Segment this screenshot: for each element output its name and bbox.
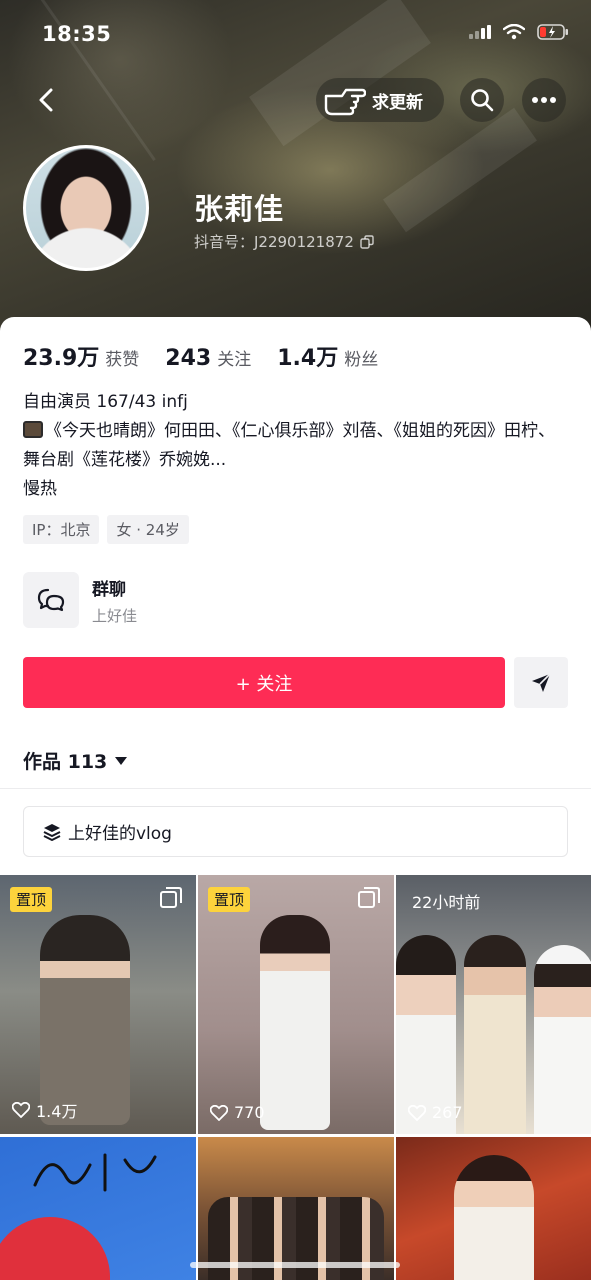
- battery-icon: [537, 24, 568, 40]
- search-icon: [471, 89, 494, 112]
- ip-location-tag: IP：北京: [23, 515, 100, 544]
- signal-icon: [469, 25, 491, 39]
- heart-icon: [408, 1104, 426, 1121]
- bio-line-2-text: 《今天也晴朗》何田田、《仁心俱乐部》刘蓓、《姐姐的死因》田柠、舞台剧《莲花楼》乔…: [23, 421, 555, 470]
- video-thumbnail[interactable]: 置顶 1.4万: [0, 875, 196, 1134]
- pinned-badge: 置顶: [208, 887, 251, 912]
- request-update-label: 求更新: [372, 92, 423, 113]
- video-thumbnail[interactable]: 22小时前 267: [396, 875, 591, 1134]
- follow-button[interactable]: + 关注: [23, 657, 505, 708]
- playlist-button[interactable]: 上好佳的vlog: [23, 806, 568, 857]
- bio[interactable]: 自由演员 167/43 infj 《今天也晴朗》何田田、《仁心俱乐部》刘蓓、《姐…: [23, 388, 568, 504]
- video-thumbnail[interactable]: 置顶 770: [198, 875, 394, 1134]
- home-indicator: [190, 1262, 400, 1268]
- playlist-label: 上好佳的vlog: [68, 824, 172, 844]
- followers-label: 粉丝: [344, 350, 379, 370]
- profile-tags: IP：北京 女 · 24岁: [23, 515, 189, 544]
- like-count-value: 267: [432, 1103, 463, 1122]
- video-thumbnail[interactable]: [198, 1137, 394, 1280]
- send-message-button[interactable]: [514, 657, 568, 708]
- status-time: 18:35: [42, 22, 112, 46]
- following-label: 关注: [217, 350, 252, 370]
- thumbnail-figure: [464, 935, 526, 1134]
- request-update-button[interactable]: 求更新: [316, 78, 444, 122]
- send-icon: [532, 672, 551, 692]
- bio-line-3: 慢热: [23, 479, 57, 499]
- post-time: 22小时前: [412, 893, 481, 912]
- group-chat-subtitle: 上好佳: [92, 607, 138, 625]
- caret-down-icon: [115, 756, 128, 765]
- like-count: 770: [210, 1103, 265, 1122]
- chevron-left-icon: [39, 88, 53, 112]
- search-button[interactable]: [460, 78, 504, 122]
- like-count: 267: [408, 1103, 463, 1122]
- chat-bubbles-icon: [37, 588, 65, 612]
- multi-image-icon: [160, 887, 182, 908]
- copy-icon[interactable]: [360, 234, 374, 249]
- pinned-badge: 置顶: [10, 887, 53, 912]
- tv-icon: [23, 421, 43, 438]
- more-button[interactable]: [522, 78, 566, 122]
- background-streak: [249, 0, 431, 147]
- divider: [0, 788, 591, 789]
- gender-age-tag: 女 · 24岁: [107, 515, 189, 544]
- following-count[interactable]: 243: [165, 346, 211, 371]
- video-thumbnail[interactable]: [396, 1137, 591, 1280]
- followers-count[interactable]: 1.4万: [277, 340, 338, 372]
- heart-icon: [12, 1102, 30, 1118]
- likes-count[interactable]: 23.9万: [23, 340, 99, 372]
- thumbnail-figure: [534, 945, 591, 1134]
- like-count-value: 770: [234, 1103, 265, 1122]
- follow-label: + 关注: [235, 673, 293, 695]
- heart-icon: [210, 1104, 228, 1121]
- likes-label: 获赞: [105, 350, 140, 370]
- douyin-id-text: 抖音号：J2290121872: [194, 233, 354, 251]
- profile-name: 张莉佳: [194, 192, 285, 226]
- background-streak: [382, 107, 538, 233]
- wifi-icon: [503, 24, 525, 40]
- avatar[interactable]: [23, 145, 149, 271]
- status-icons: [469, 24, 569, 40]
- pointing-hand-icon: [324, 88, 366, 116]
- thumbnail-figure: [40, 915, 130, 1125]
- works-tab-label: 作品 113: [23, 751, 108, 773]
- like-count: 1.4万: [12, 1098, 77, 1122]
- multi-image-icon: [358, 887, 380, 908]
- profile-stats: 23.9万 获赞 243 关注 1.4万 粉丝: [23, 340, 404, 372]
- group-chat-title[interactable]: 群聊: [92, 575, 126, 600]
- thumbnail-figure: [260, 915, 330, 1130]
- thumbnail-figure: [454, 1155, 534, 1280]
- more-icon: [532, 97, 556, 103]
- back-button[interactable]: [26, 80, 66, 120]
- bio-line-1: 自由演员 167/43 infj: [23, 392, 188, 412]
- video-thumbnail[interactable]: [0, 1137, 196, 1280]
- handwriting-scribble: [33, 1153, 157, 1192]
- thumbnail-figure: [0, 1217, 110, 1280]
- works-tab[interactable]: 作品 113: [23, 747, 128, 774]
- group-chat-button[interactable]: [23, 572, 79, 628]
- like-count-value: 1.4万: [36, 1102, 78, 1121]
- bio-line-2: 《今天也晴朗》何田田、《仁心俱乐部》刘蓓、《姐姐的死因》田柠、舞台剧《莲花楼》乔…: [23, 417, 568, 475]
- douyin-id: 抖音号：J2290121872: [194, 231, 374, 252]
- layers-icon: [43, 823, 61, 841]
